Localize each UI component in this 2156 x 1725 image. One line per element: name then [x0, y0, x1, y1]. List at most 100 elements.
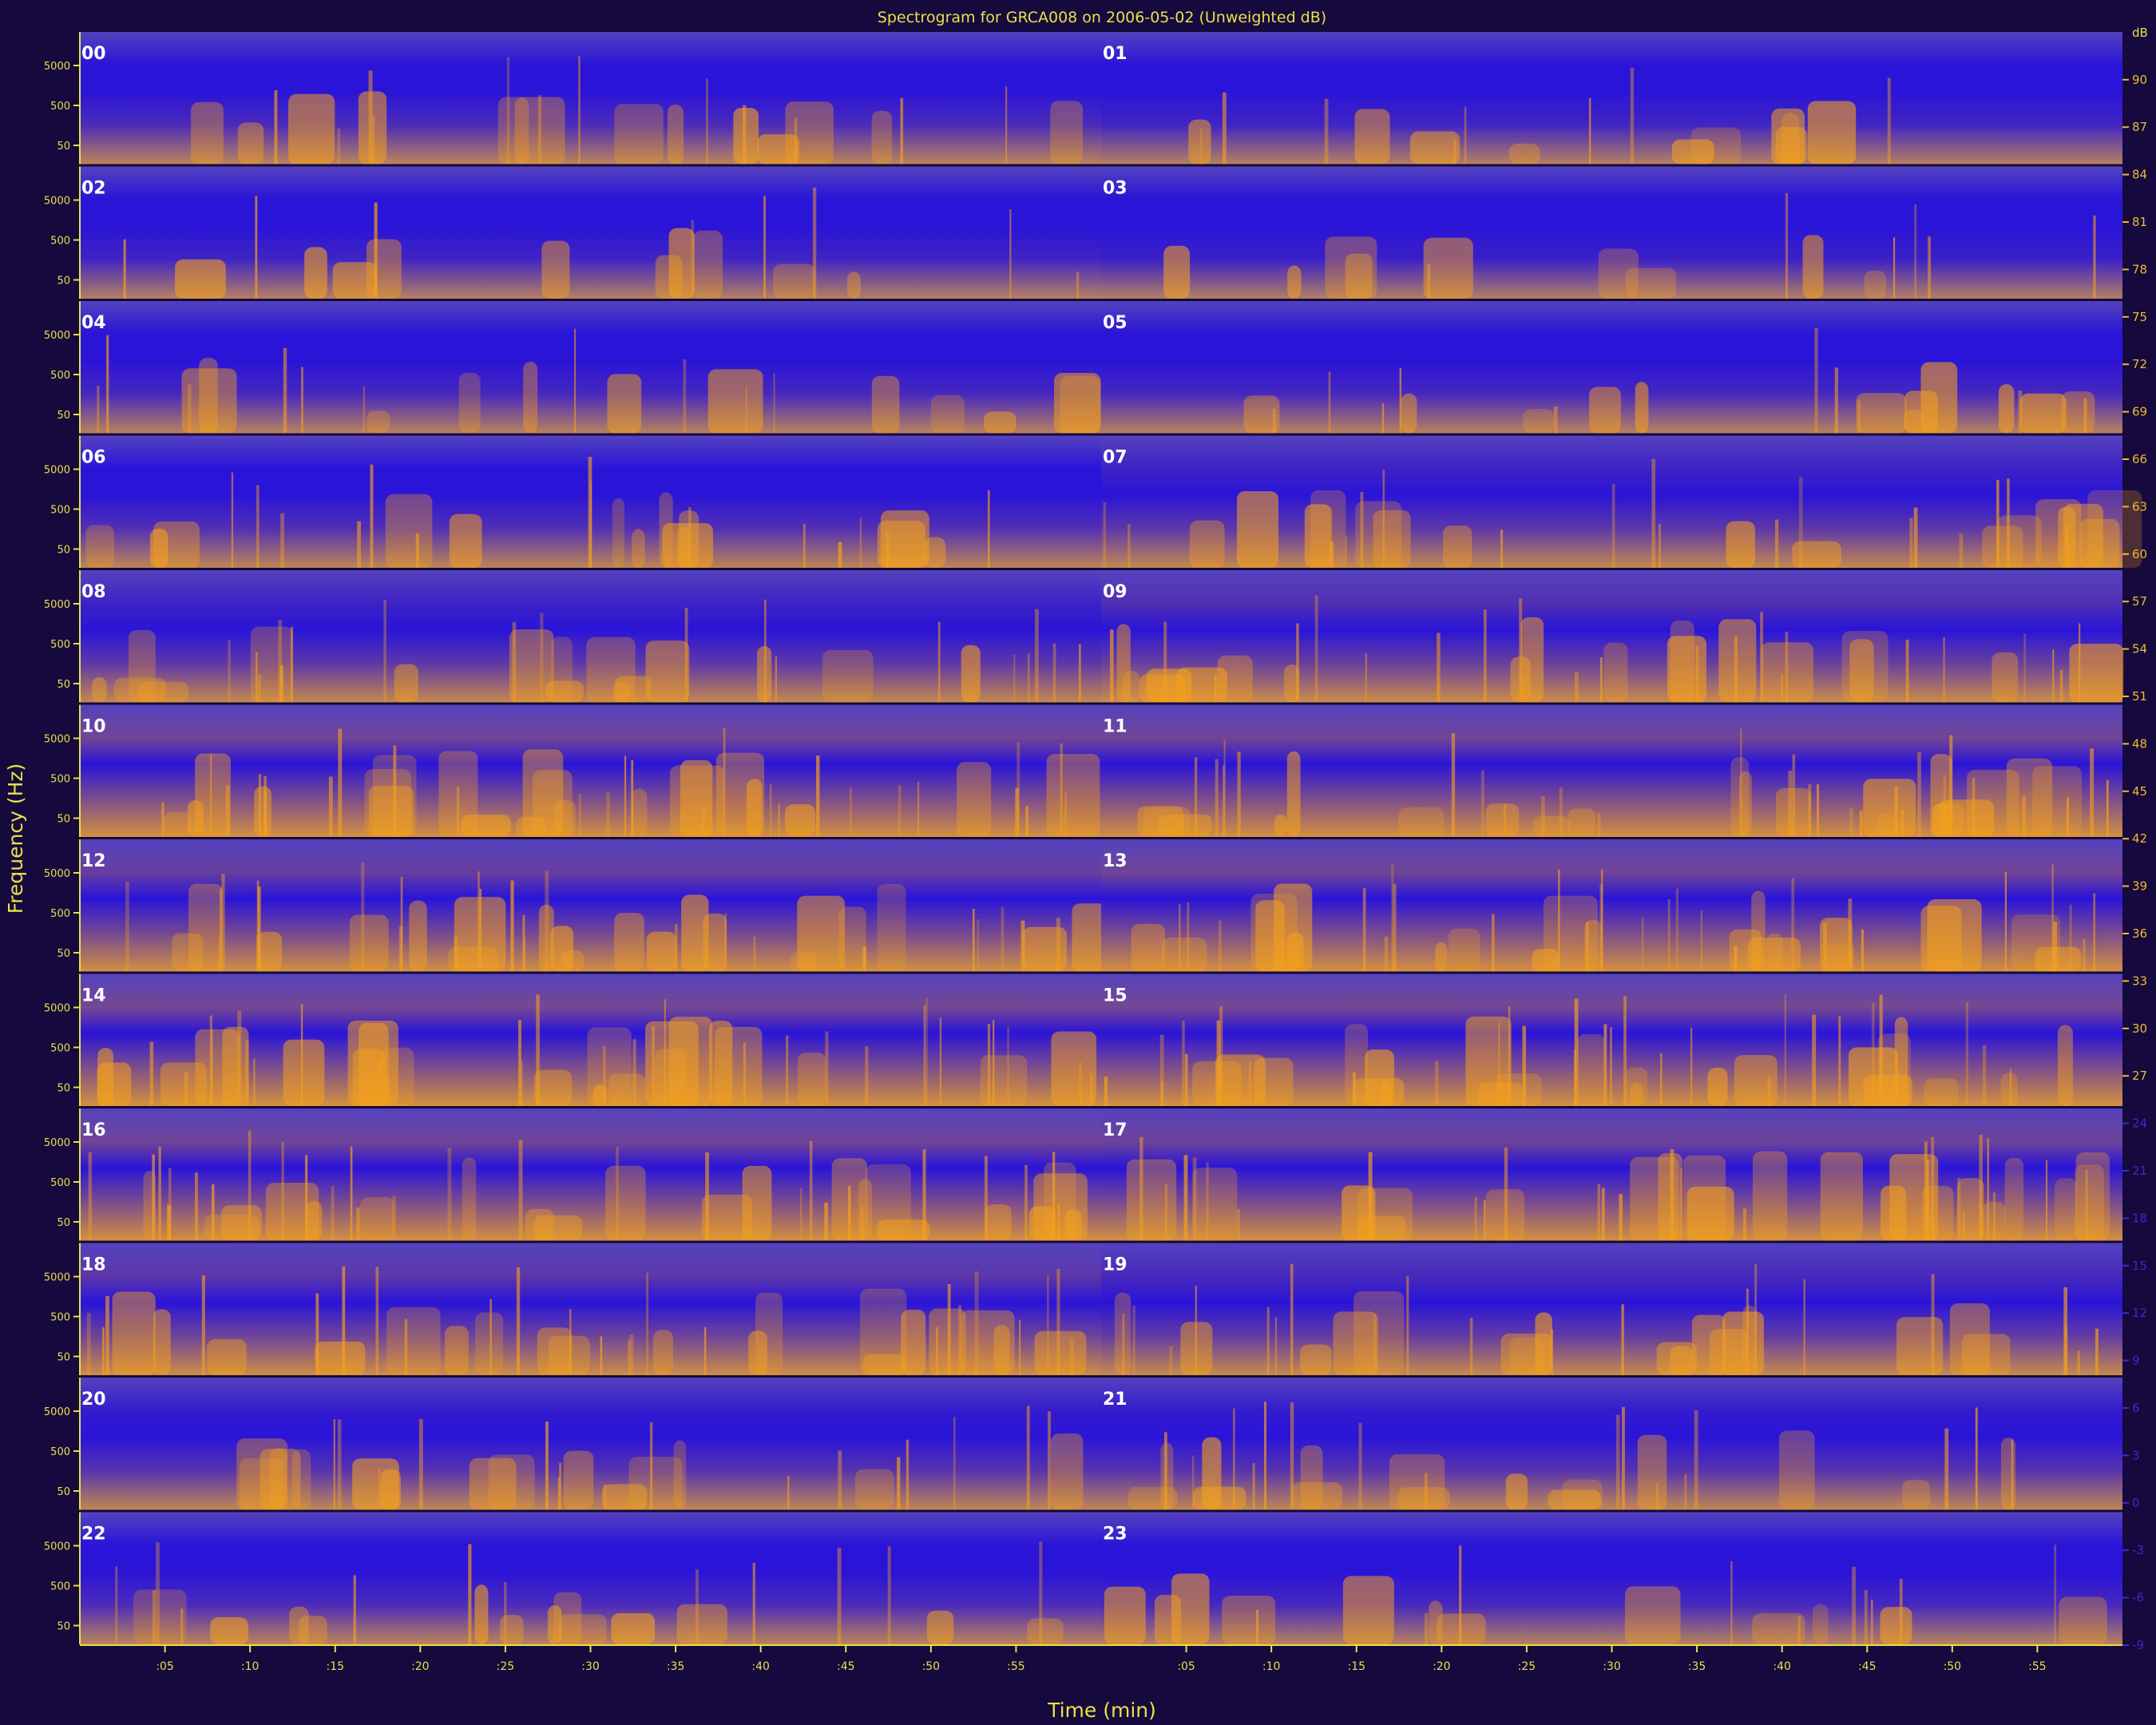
broadband-streak [987, 1024, 991, 1106]
broadband-streak [1760, 612, 1763, 703]
broadband-streak [305, 1155, 308, 1241]
sound-event [785, 101, 834, 165]
broadband-streak [1798, 477, 1803, 568]
sound-event [773, 264, 815, 299]
sound-event [175, 259, 226, 299]
x-tick-label: :05 [156, 1660, 174, 1673]
broadband-streak [281, 1141, 284, 1241]
sound-event [1752, 1151, 1788, 1241]
sound-event [632, 529, 645, 568]
broadband-streak [1914, 204, 1917, 299]
broadband-streak [1959, 533, 1964, 568]
broadband-streak [353, 1575, 356, 1644]
x-tick-label: :25 [1518, 1660, 1536, 1673]
y-tick-label: 5000 [44, 599, 70, 611]
sound-event [985, 1204, 1012, 1241]
broadband-streak [1222, 92, 1227, 165]
hour-label: 01 [1103, 44, 1128, 64]
broadband-streak [1090, 1073, 1092, 1106]
broadband-streak [102, 1326, 105, 1375]
sound-event [2032, 766, 2082, 837]
broadband-streak [1767, 1077, 1771, 1106]
broadband-streak [1001, 906, 1005, 972]
y-tick-label: 5000 [44, 1137, 70, 1149]
broadband-streak [703, 1326, 707, 1375]
y-tick-label: 500 [50, 639, 70, 651]
sound-event [1509, 1337, 1544, 1375]
y-tick-label: 500 [50, 1312, 70, 1324]
sound-event [469, 1457, 517, 1510]
broadband-streak [616, 1147, 619, 1241]
colorbar-tick-label: 15 [2132, 1259, 2147, 1273]
colorbar-tick-label: 60 [2132, 547, 2147, 561]
sound-event [1409, 131, 1460, 165]
sound-event [2061, 391, 2095, 434]
y-tick-label: 5000 [44, 196, 70, 208]
sound-event [1924, 1078, 1959, 1106]
broadband-streak [1851, 945, 1854, 972]
broadband-streak [290, 626, 294, 703]
sound-event [614, 104, 664, 165]
broadband-streak [646, 1272, 648, 1375]
broadband-streak [398, 926, 403, 972]
hour-label: 11 [1103, 717, 1128, 737]
broadband-streak [1034, 609, 1039, 703]
broadband-streak [1272, 408, 1276, 434]
colorbar-tick-label: 18 [2132, 1211, 2147, 1225]
broadband-streak [897, 1457, 901, 1510]
sound-event [304, 247, 327, 299]
broadband-streak [977, 918, 979, 972]
sound-event [1401, 393, 1417, 434]
broadband-streak [1621, 1304, 1624, 1375]
broadband-streak [984, 1156, 988, 1241]
sound-event [1443, 525, 1472, 568]
broadband-streak [1785, 192, 1789, 299]
sound-event [742, 1165, 772, 1241]
broadband-streak [632, 1039, 636, 1106]
broadband-streak [518, 1020, 521, 1106]
broadband-streak [300, 1004, 303, 1106]
hour-panel-02 [80, 166, 1102, 299]
broadband-streak [2022, 795, 2027, 837]
sound-event [614, 913, 644, 972]
colorbar-tick-label: -9 [2132, 1638, 2144, 1652]
y-tick-label: 500 [50, 774, 70, 786]
broadband-streak [1103, 502, 1107, 568]
broadband-streak [404, 1319, 408, 1375]
broadband-streak [1290, 1263, 1294, 1375]
broadband-streak [256, 485, 260, 568]
sound-event [475, 1312, 504, 1375]
sound-event [153, 521, 200, 568]
sound-event [283, 1039, 325, 1106]
sound-event [707, 369, 763, 434]
broadband-streak [603, 1045, 606, 1106]
sound-event [1802, 235, 1824, 299]
broadband-streak [838, 1450, 842, 1510]
broadband-streak [504, 1581, 507, 1644]
y-tick-label: 500 [50, 236, 70, 248]
broadband-streak [1597, 1184, 1601, 1241]
sound-event [1046, 753, 1100, 837]
broadband-streak [106, 335, 109, 434]
hour-label: 15 [1103, 986, 1128, 1006]
broadband-streak [1314, 595, 1318, 703]
broadband-streak [1163, 621, 1167, 703]
broadband-streak [1223, 740, 1226, 837]
sound-event [692, 230, 723, 299]
sound-event [1222, 1596, 1276, 1644]
sound-event [1508, 143, 1540, 165]
sound-event [854, 1469, 894, 1510]
broadband-streak [1296, 623, 1299, 703]
sound-event [1286, 932, 1304, 972]
spectrogram-row: 06 07 5000 500 50 [44, 435, 2142, 568]
broadband-streak [664, 999, 666, 1106]
broadband-streak [125, 882, 129, 972]
y-tick-label: 500 [50, 505, 70, 517]
broadband-streak [696, 1569, 699, 1644]
sound-event [1345, 1024, 1369, 1106]
broadband-streak [705, 1152, 709, 1241]
sound-event [993, 1325, 1010, 1375]
broadband-streak [824, 1202, 828, 1241]
broadband-streak [256, 652, 258, 703]
broadband-streak [221, 874, 225, 972]
